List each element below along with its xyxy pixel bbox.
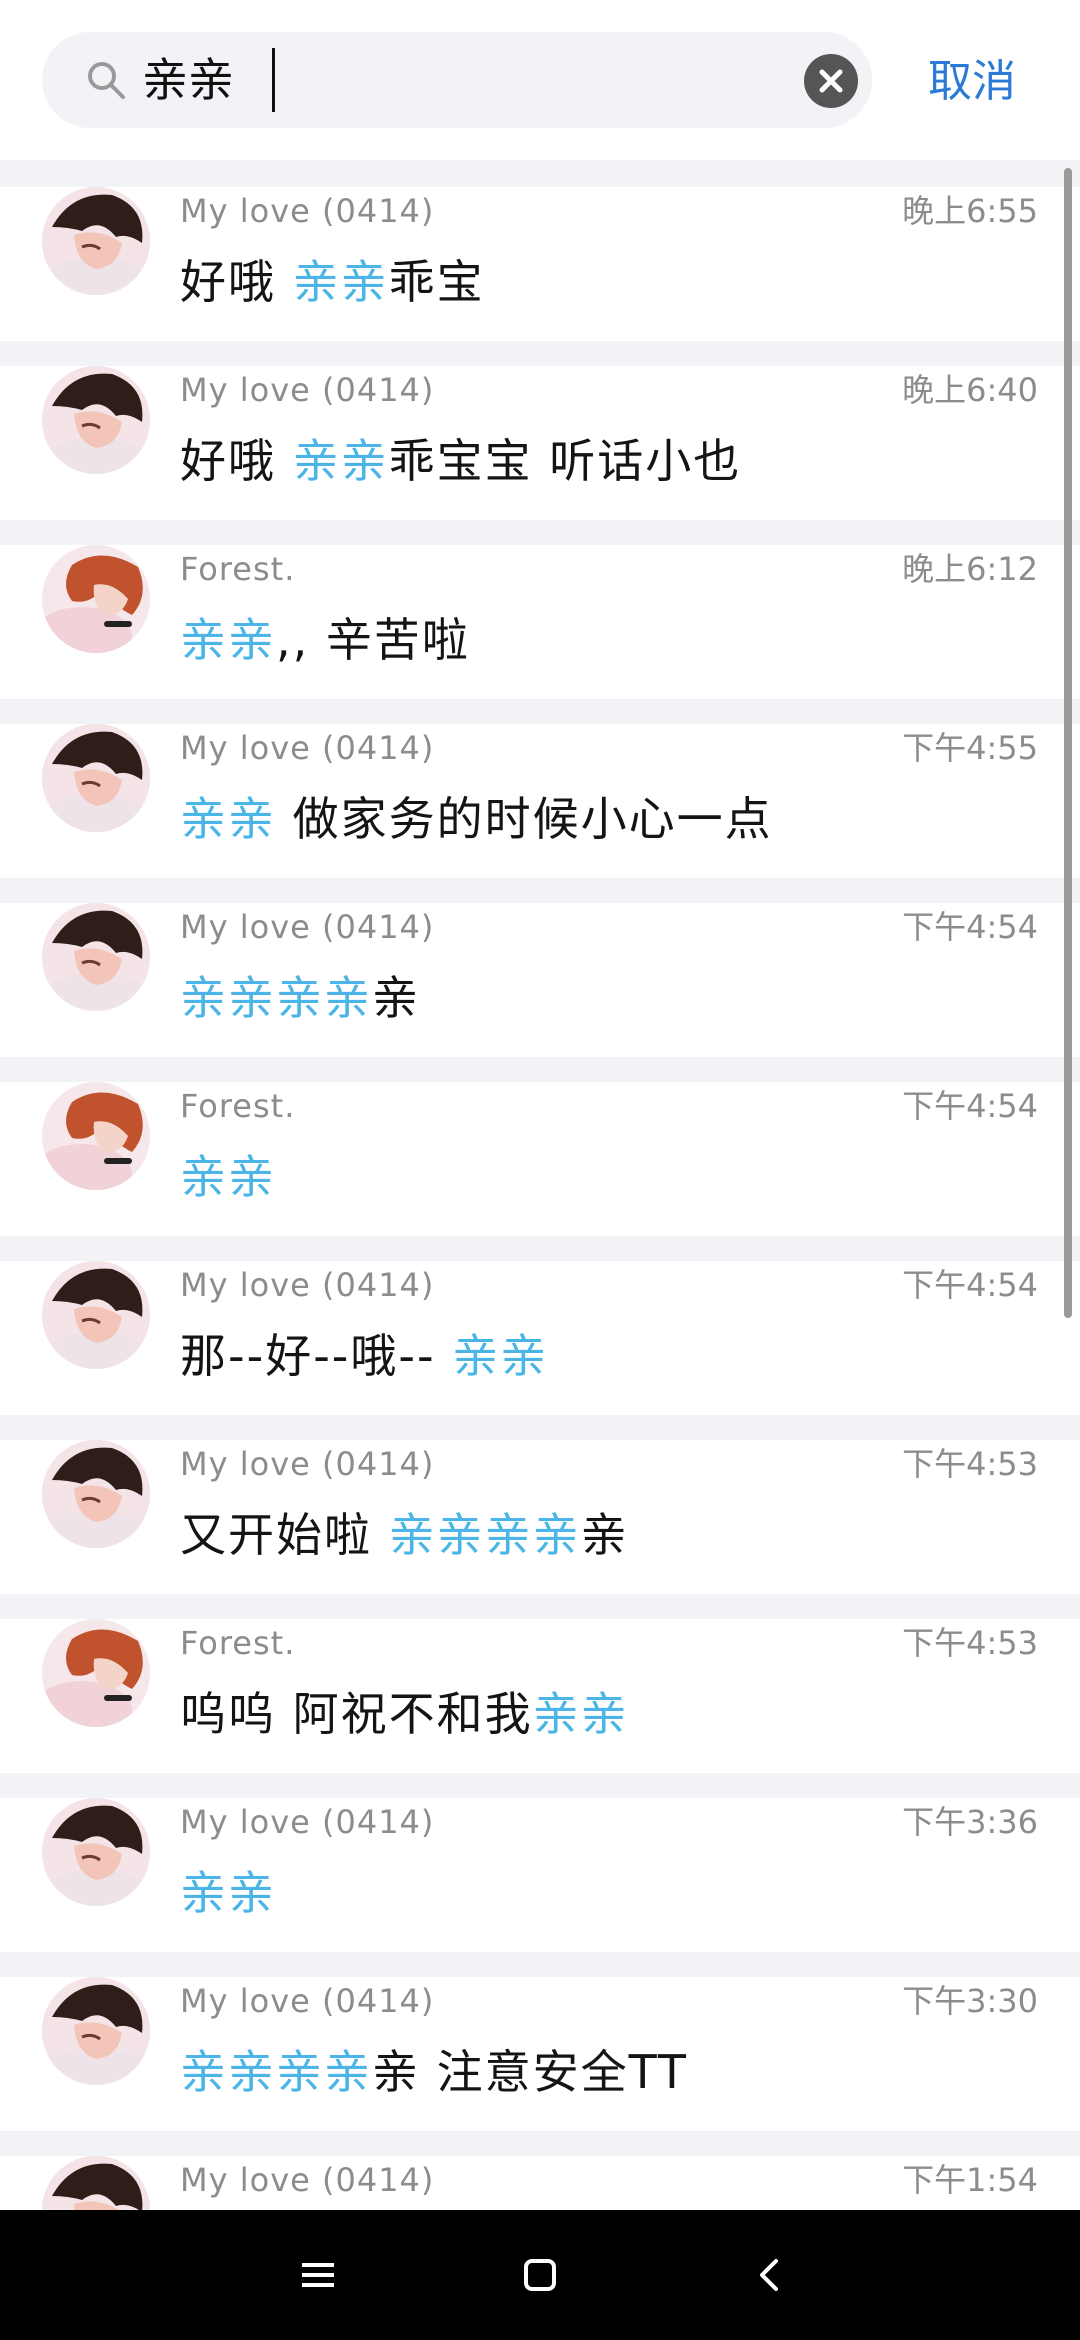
message-preview: 亲亲亲亲亲: [180, 963, 420, 1033]
search-result-item[interactable]: Forest. 下午4:54 亲亲: [0, 1082, 1080, 1236]
sender-name: My love (0414): [180, 2161, 435, 2199]
avatar[interactable]: [42, 1440, 150, 1548]
avatar[interactable]: [42, 187, 150, 295]
sender-name: My love (0414): [180, 1803, 435, 1841]
message-preview: 亲亲亲亲亲 注意安全TT: [180, 2037, 688, 2107]
menu-icon[interactable]: [288, 2245, 348, 2305]
sender-name: My love (0414): [180, 1266, 435, 1304]
search-box[interactable]: 亲亲: [42, 32, 872, 128]
avatar[interactable]: [42, 1619, 150, 1727]
avatar[interactable]: [42, 724, 150, 832]
message-time: 下午4:55: [902, 729, 1038, 767]
home-icon[interactable]: [510, 2245, 570, 2305]
text-cursor: [272, 48, 275, 112]
message-time: 晚上6:40: [902, 371, 1038, 409]
message-preview: 好哦 亲亲乖宝宝 听话小也: [180, 426, 741, 496]
avatar[interactable]: [42, 903, 150, 1011]
message-time: 下午1:54: [902, 2161, 1038, 2199]
message-preview: 亲亲 做家务的时候小心一点: [180, 784, 773, 854]
message-text: 呜呜 阿祝不和我: [180, 1687, 533, 1741]
highlighted-keyword: 亲亲: [452, 1329, 549, 1383]
cancel-button[interactable]: 取消: [928, 50, 1016, 114]
message-preview: 亲亲: [180, 1142, 276, 1212]
message-preview: 那--好--哦-- 亲亲: [180, 1321, 548, 1391]
sender-name: Forest.: [180, 550, 296, 588]
sender-name: My love (0414): [180, 1445, 435, 1483]
system-navigation-bar: [0, 2210, 1080, 2340]
message-preview: 好哦 亲亲乖宝: [180, 247, 485, 317]
highlighted-keyword: 亲亲: [180, 1150, 276, 1204]
highlighted-keyword: 亲亲: [532, 1687, 629, 1741]
search-header: 亲亲 取消: [0, 0, 1080, 160]
message-text: 好哦: [180, 434, 293, 488]
clear-icon: [819, 69, 843, 93]
avatar[interactable]: [42, 1261, 150, 1369]
highlighted-keyword: 亲亲: [180, 792, 276, 846]
avatar[interactable]: [42, 1977, 150, 2085]
search-icon: [84, 58, 128, 102]
message-time: 下午3:30: [902, 1982, 1038, 2020]
message-time: 下午4:54: [902, 908, 1038, 946]
highlighted-keyword: 亲亲: [180, 1866, 276, 1920]
sender-name: My love (0414): [180, 192, 435, 230]
highlighted-keyword: 亲亲: [292, 255, 389, 309]
message-time: 下午4:53: [902, 1624, 1038, 1662]
message-text: 亲: [372, 971, 420, 1025]
message-time: 晚上6:55: [902, 192, 1038, 230]
highlighted-keyword: 亲亲: [180, 613, 276, 667]
search-result-item[interactable]: My love (0414) 下午4:54 亲亲亲亲亲: [0, 903, 1080, 1057]
message-time: 下午4:53: [902, 1445, 1038, 1483]
search-result-item[interactable]: My love (0414) 下午4:55 亲亲 做家务的时候小心一点: [0, 724, 1080, 878]
avatar[interactable]: [42, 2156, 150, 2210]
search-result-item[interactable]: My love (0414) 下午3:30 亲亲亲亲亲 注意安全TT: [0, 1977, 1080, 2131]
message-time: 下午4:54: [902, 1087, 1038, 1125]
message-preview: 亲亲: [180, 1858, 276, 1928]
sender-name: My love (0414): [180, 371, 435, 409]
message-text: 乖宝宝 听话小也: [388, 434, 742, 488]
search-results-list[interactable]: My love (0414) 晚上6:55 好哦 亲亲乖宝 My love (0414…: [0, 162, 1080, 2210]
message-text: 乖宝: [388, 255, 485, 309]
sender-name: Forest.: [180, 1624, 296, 1662]
avatar[interactable]: [42, 366, 150, 474]
message-text: 亲: [580, 1508, 629, 1562]
message-text: 好哦: [180, 255, 293, 309]
highlighted-keyword: 亲亲亲亲: [180, 2045, 372, 2099]
message-preview: 呜呜 阿祝不和我亲亲: [180, 1679, 629, 1749]
sender-name: My love (0414): [180, 1982, 435, 2020]
search-result-item[interactable]: My love (0414) 下午4:54 那--好--哦-- 亲亲: [0, 1261, 1080, 1415]
message-preview: 又开始啦 亲亲亲亲亲: [180, 1500, 629, 1570]
back-icon[interactable]: [740, 2245, 800, 2305]
clear-search-button[interactable]: [804, 54, 858, 108]
sender-name: My love (0414): [180, 729, 435, 767]
search-input[interactable]: 亲亲: [142, 48, 234, 112]
highlighted-keyword: 亲亲亲亲: [180, 971, 372, 1025]
message-time: 下午3:36: [902, 1803, 1038, 1841]
search-result-item[interactable]: Forest. 下午4:53 呜呜 阿祝不和我亲亲: [0, 1619, 1080, 1773]
search-result-item[interactable]: My love (0414) 下午3:36 亲亲: [0, 1798, 1080, 1952]
scrollbar[interactable]: [1064, 168, 1072, 1318]
sender-name: Forest.: [180, 1087, 296, 1125]
message-preview: 亲亲,, 辛苦啦: [180, 605, 470, 675]
search-result-item[interactable]: My love (0414) 晚上6:55 好哦 亲亲乖宝: [0, 187, 1080, 341]
avatar[interactable]: [42, 1798, 150, 1906]
search-result-item[interactable]: My love (0414) 晚上6:40 好哦 亲亲乖宝宝 听话小也: [0, 366, 1080, 520]
avatar[interactable]: [42, 545, 150, 653]
message-text: 又开始啦: [180, 1508, 389, 1562]
search-result-item[interactable]: Forest. 晚上6:12 亲亲,, 辛苦啦: [0, 545, 1080, 699]
search-result-item[interactable]: My love (0414) 下午4:53 又开始啦 亲亲亲亲亲: [0, 1440, 1080, 1594]
message-text: 亲 注意安全TT: [372, 2045, 689, 2099]
highlighted-keyword: 亲亲亲亲: [388, 1508, 581, 1562]
message-time: 晚上6:12: [902, 550, 1038, 588]
message-text: 那--好--哦--: [180, 1329, 453, 1383]
sender-name: My love (0414): [180, 908, 435, 946]
highlighted-keyword: 亲亲: [292, 434, 389, 488]
message-text: 做家务的时候小心一点: [276, 792, 773, 846]
message-text: ,, 辛苦啦: [276, 613, 470, 667]
avatar[interactable]: [42, 1082, 150, 1190]
search-result-item[interactable]: My love (0414) 下午1:54: [0, 2156, 1080, 2210]
message-time: 下午4:54: [902, 1266, 1038, 1304]
